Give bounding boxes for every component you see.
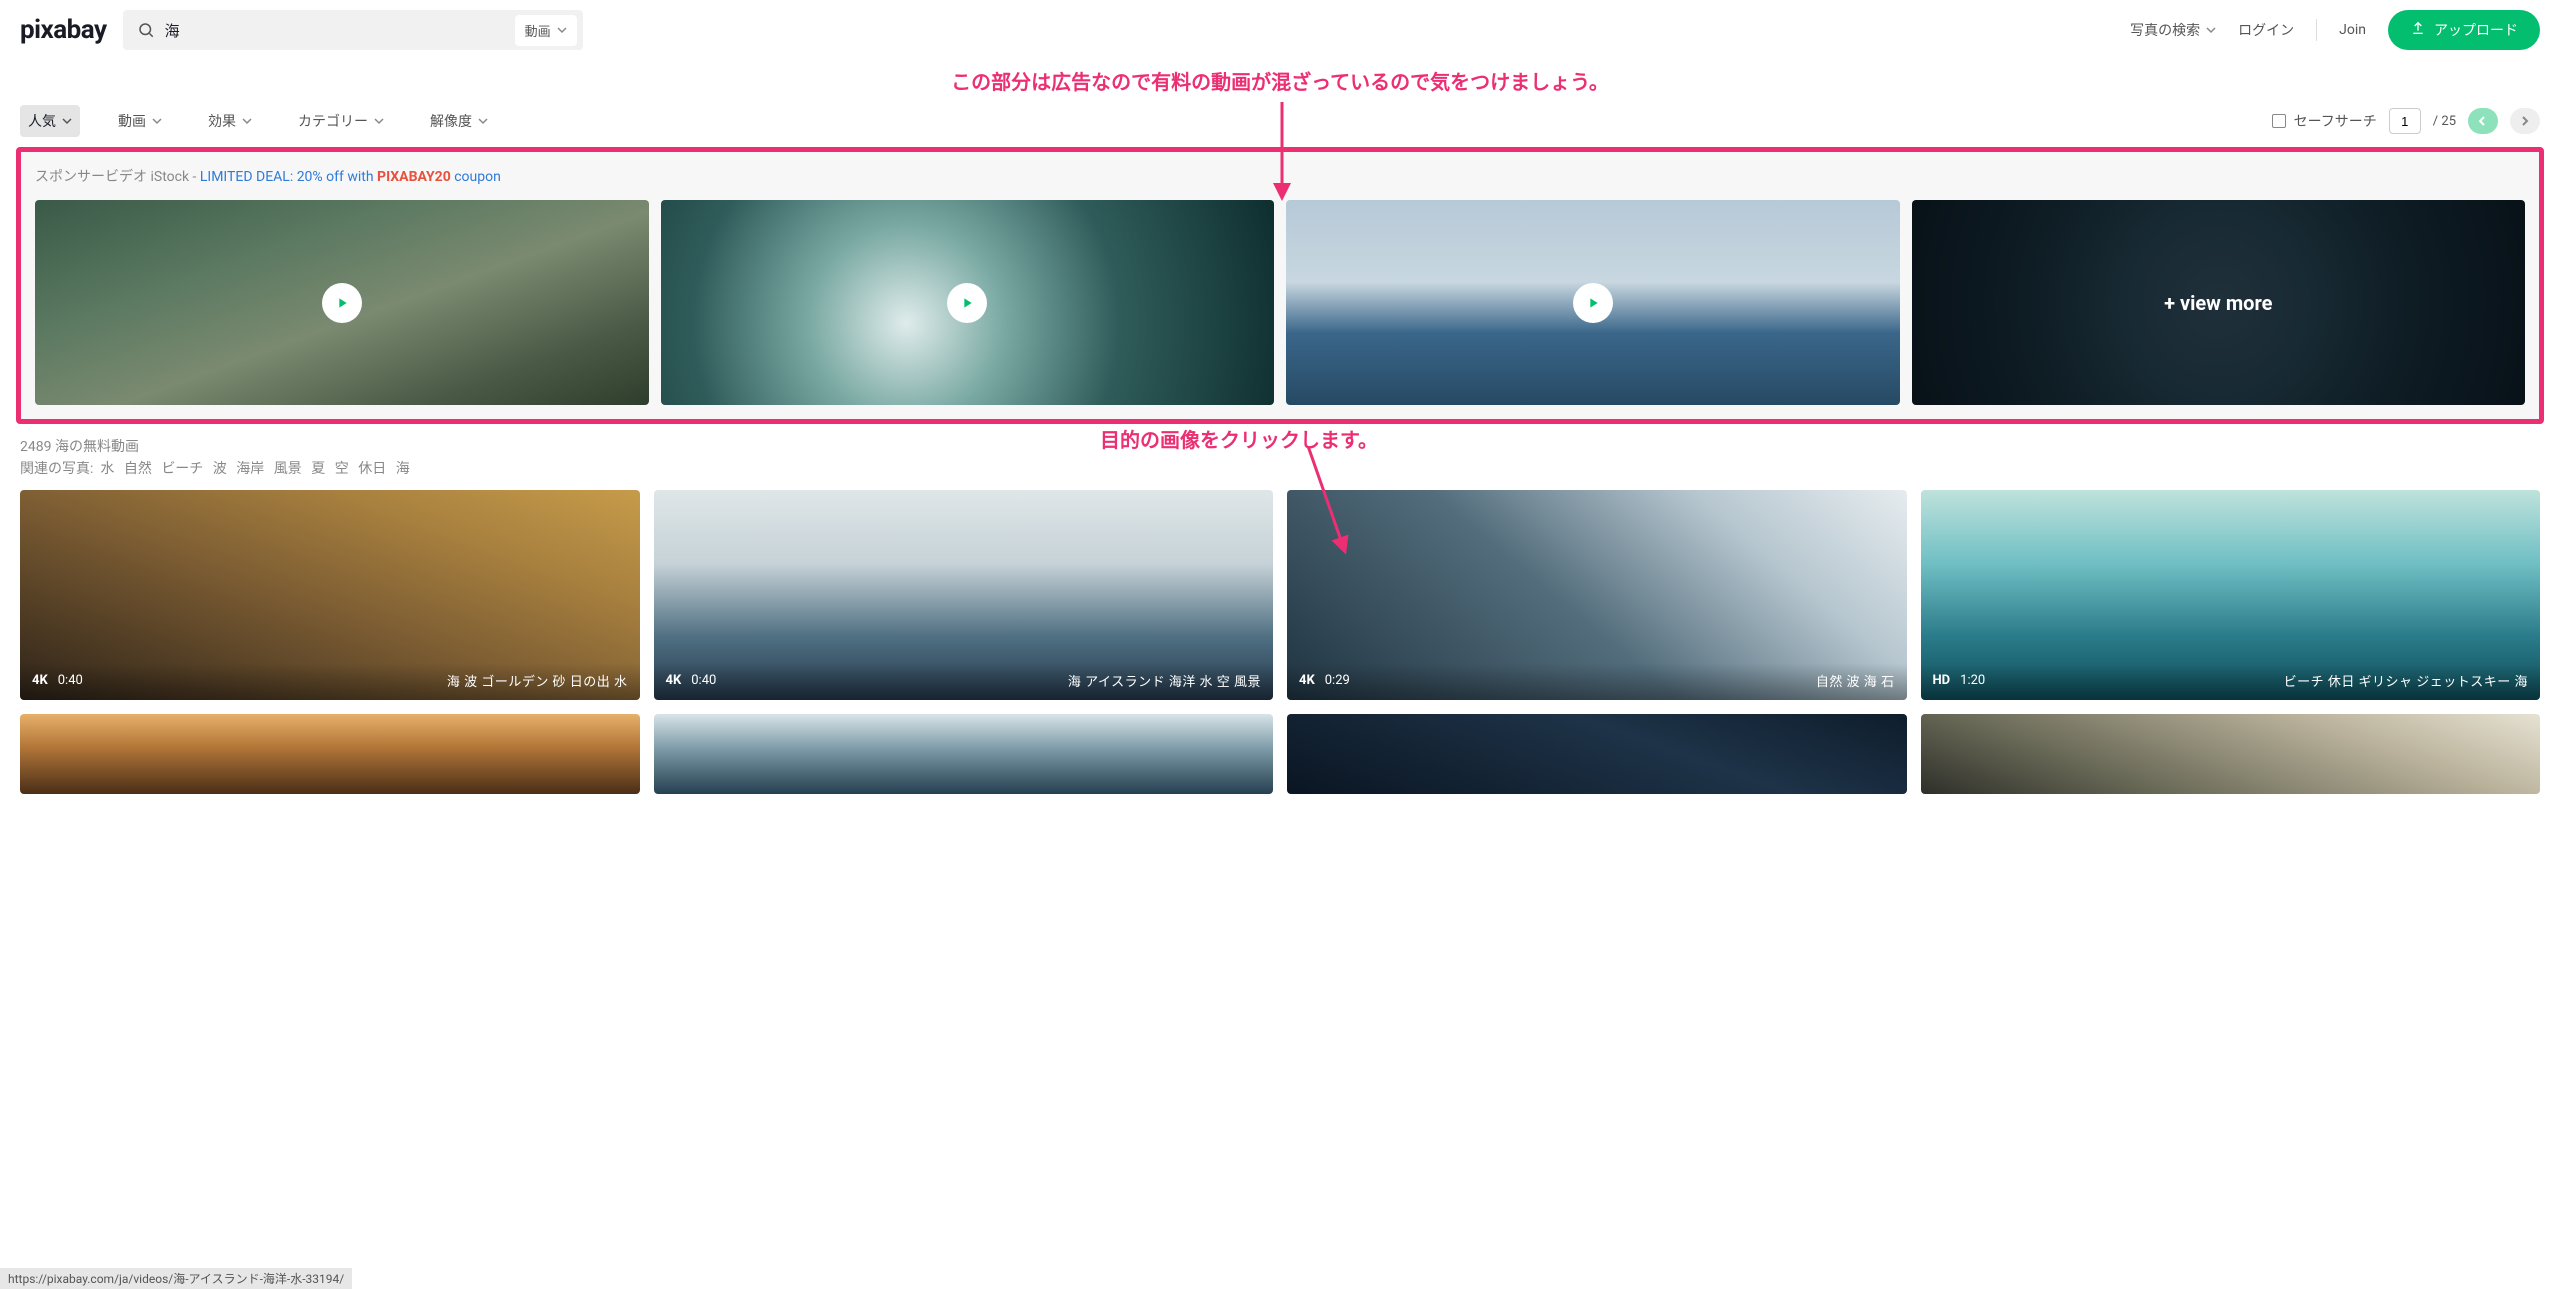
search-type-dropdown[interactable]: 動画: [515, 15, 577, 46]
status-bar: https://pixabay.com/ja/videos/海-アイスランド-海…: [0, 1268, 352, 1289]
keyword-link[interactable]: 夏: [311, 461, 325, 477]
keyword-link[interactable]: 海岸: [236, 461, 264, 477]
upload-icon: [2410, 20, 2426, 40]
keyword-link[interactable]: 風景: [274, 461, 302, 477]
video-card[interactable]: 4K 0:29 自然 波 海 石: [1287, 490, 1907, 700]
result-row: [0, 700, 2560, 794]
video-card[interactable]: [1921, 714, 2541, 794]
explore-dropdown[interactable]: 写真の検索: [2130, 20, 2216, 40]
upload-button[interactable]: アップロード: [2388, 10, 2540, 50]
sponsor-title: スポンサービデオ iStock - LIMITED DEAL: 20% off …: [35, 166, 2525, 186]
sponsor-video-1[interactable]: [35, 200, 649, 405]
filter-effect[interactable]: 効果: [200, 105, 260, 137]
play-icon: [1573, 283, 1613, 323]
keyword-link[interactable]: 水: [100, 461, 114, 477]
sponsor-video-3[interactable]: [1286, 200, 1900, 405]
result-row: 4K 0:40 海 波 ゴールデン 砂 日の出 水 4K 0:40 海 アイスラ…: [0, 480, 2560, 700]
search-input[interactable]: [165, 22, 515, 39]
explore-label: 写真の検索: [2130, 20, 2200, 40]
search-icon: [137, 21, 155, 39]
page-prev-button[interactable]: [2468, 108, 2498, 134]
results-header: 2489 海の無料動画 関連の写真: 水 自然 ビーチ 波 海岸 風景 夏 空 …: [0, 424, 2560, 480]
video-card[interactable]: HD 1:20 ビーチ 休日 ギリシャ ジェットスキー 海: [1921, 490, 2541, 700]
video-meta: 4K 0:40 海 波 ゴールデン 砂 日の出 水: [20, 663, 640, 700]
resolution-badge: HD: [1933, 673, 1951, 688]
duration: 0:29: [1325, 673, 1350, 688]
keyword-link[interactable]: ビーチ: [161, 461, 203, 477]
page-total: / 25: [2433, 114, 2456, 129]
join-link[interactable]: Join: [2339, 22, 2366, 38]
video-card[interactable]: [20, 714, 640, 794]
checkbox-icon: [2272, 114, 2286, 128]
video-card[interactable]: [1287, 714, 1907, 794]
filter-resolution[interactable]: 解像度: [422, 105, 496, 137]
sponsor-video-2[interactable]: [661, 200, 1275, 405]
right-nav: 写真の検索 ログイン Join アップロード: [2130, 10, 2540, 50]
chevron-down-icon: [242, 116, 252, 126]
related-keywords: 関連の写真: 水 自然 ビーチ 波 海岸 風景 夏 空 休日 海: [20, 458, 2540, 478]
safesearch-toggle[interactable]: セーフサーチ: [2272, 111, 2377, 131]
play-icon: [322, 283, 362, 323]
keyword-link[interactable]: 自然: [124, 461, 152, 477]
annotation-click-target: 目的の画像をクリックします。: [1100, 424, 1378, 453]
filter-sort[interactable]: 人気: [20, 105, 80, 137]
upload-label: アップロード: [2434, 20, 2518, 40]
video-tags: 海 波 ゴールデン 砂 日の出 水: [447, 671, 628, 690]
resolution-badge: 4K: [666, 673, 682, 688]
video-tags: 自然 波 海 石: [1816, 671, 1895, 690]
duration: 1:20: [1960, 673, 1985, 688]
resolution-badge: 4K: [1299, 673, 1315, 688]
video-card[interactable]: [654, 714, 1274, 794]
chevron-down-icon: [478, 116, 488, 126]
duration: 0:40: [58, 673, 83, 688]
sponsor-view-more[interactable]: + view more: [1912, 200, 2526, 405]
search-bar[interactable]: 動画: [123, 10, 583, 50]
keyword-link[interactable]: 空: [335, 461, 349, 477]
video-meta: 4K 0:40 海 アイスランド 海洋 水 空 風景: [654, 663, 1274, 700]
keyword-link[interactable]: 波: [213, 461, 227, 477]
view-more-label: + view more: [2164, 291, 2272, 315]
video-card[interactable]: 4K 0:40 海 波 ゴールデン 砂 日の出 水: [20, 490, 640, 700]
page-next-button[interactable]: [2510, 108, 2540, 134]
top-nav: pixabay 動画 写真の検索 ログイン Join: [0, 0, 2560, 60]
sponsor-block: スポンサービデオ iStock - LIMITED DEAL: 20% off …: [16, 147, 2544, 424]
chevron-down-icon: [62, 116, 72, 126]
chevron-down-icon: [152, 116, 162, 126]
chevron-down-icon: [374, 116, 384, 126]
video-tags: 海 アイスランド 海洋 水 空 風景: [1068, 671, 1261, 690]
video-meta: HD 1:20 ビーチ 休日 ギリシャ ジェットスキー 海: [1921, 663, 2541, 700]
filter-video[interactable]: 動画: [110, 105, 170, 137]
annotation-ad-warning: この部分は広告なので有料の動画が混ざっているので気をつけましょう。: [0, 60, 2560, 99]
filter-bar: 人気 動画 効果 カテゴリー 解像度 セーフサーチ / 25: [0, 99, 2560, 147]
chevron-down-icon: [2206, 25, 2216, 35]
logo[interactable]: pixabay: [20, 15, 107, 45]
divider: [2316, 19, 2317, 41]
play-icon: [947, 283, 987, 323]
page-input[interactable]: [2389, 108, 2421, 134]
login-link[interactable]: ログイン: [2238, 20, 2294, 40]
video-meta: 4K 0:29 自然 波 海 石: [1287, 663, 1907, 700]
keyword-link[interactable]: 海: [396, 461, 410, 477]
video-card[interactable]: 4K 0:40 海 アイスランド 海洋 水 空 風景: [654, 490, 1274, 700]
safesearch-label: セーフサーチ: [2294, 111, 2377, 131]
keyword-link[interactable]: 休日: [358, 461, 386, 477]
pager: セーフサーチ / 25: [2272, 108, 2540, 134]
filter-category[interactable]: カテゴリー: [290, 105, 392, 137]
video-tags: ビーチ 休日 ギリシャ ジェットスキー 海: [2284, 671, 2528, 690]
duration: 0:40: [691, 673, 716, 688]
chevron-down-icon: [557, 25, 567, 35]
resolution-badge: 4K: [32, 673, 48, 688]
search-type-label: 動画: [525, 21, 551, 40]
